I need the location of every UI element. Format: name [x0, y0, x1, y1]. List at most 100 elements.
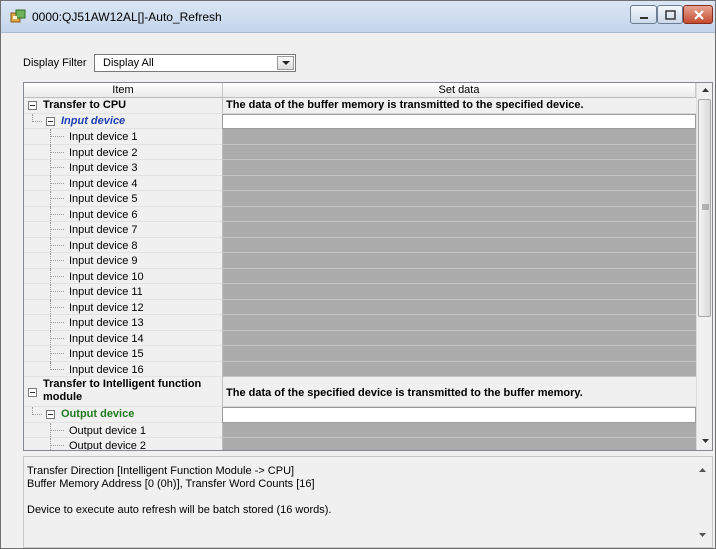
device-row[interactable]: Input device 11 — [24, 284, 696, 300]
item-cell[interactable]: Input device — [24, 113, 222, 129]
set-data-cell[interactable] — [222, 175, 696, 191]
device-row[interactable]: Input device 9 — [24, 253, 696, 269]
set-data-cell[interactable] — [222, 284, 696, 300]
set-data-cell[interactable] — [222, 191, 696, 207]
tree-connector — [50, 198, 64, 199]
device-row[interactable]: Input device 15 — [24, 346, 696, 362]
item-cell[interactable]: Input device 11 — [24, 284, 222, 300]
set-data-cell[interactable] — [222, 160, 696, 176]
display-filter-label: Display Filter — [23, 57, 87, 69]
device-row[interactable]: Input device 16 — [24, 361, 696, 377]
grid-vertical-scrollbar[interactable] — [696, 83, 712, 450]
device-row[interactable]: Input device 8 — [24, 237, 696, 254]
set-data-input[interactable] — [222, 113, 696, 129]
title-bar[interactable]: 0000:QJ51AW12AL[]-Auto_Refresh — [1, 1, 715, 33]
device-row[interactable]: Input device 2 — [24, 144, 696, 161]
item-cell[interactable]: Transfer to CPU — [24, 98, 222, 114]
collapse-icon[interactable] — [46, 410, 55, 419]
category-row-transfer-to-module[interactable]: Transfer to Intelligent function module … — [24, 377, 696, 407]
group-row-input-device[interactable]: Input device — [24, 113, 696, 129]
device-row[interactable]: Input device 13 — [24, 315, 696, 331]
device-row[interactable]: Output device 1 — [24, 422, 696, 439]
tree-connector — [50, 160, 51, 176]
scroll-thumb[interactable] — [698, 99, 711, 317]
item-cell[interactable]: Input device 7 — [24, 222, 222, 238]
item-cell[interactable]: Input device 3 — [24, 160, 222, 176]
device-label: Output device 1 — [69, 424, 147, 437]
minimize-button[interactable] — [630, 5, 657, 24]
scroll-up-button[interactable] — [699, 85, 711, 97]
close-button[interactable] — [683, 5, 713, 24]
item-cell[interactable]: Input device 13 — [24, 315, 222, 331]
item-cell[interactable]: Input device 12 — [24, 299, 222, 316]
collapse-icon[interactable] — [28, 388, 37, 397]
collapse-icon[interactable] — [46, 116, 55, 126]
set-data-cell[interactable] — [222, 346, 696, 362]
device-row[interactable]: Input device 1 — [24, 129, 696, 145]
arrow-up-icon[interactable] — [699, 468, 706, 472]
chevron-down-icon[interactable] — [277, 56, 294, 70]
set-data-cell[interactable] — [222, 315, 696, 331]
device-row[interactable]: Input device 4 — [24, 175, 696, 192]
display-filter-dropdown[interactable]: Display All — [94, 54, 296, 72]
item-cell[interactable]: Input device 8 — [24, 237, 222, 254]
set-data-cell[interactable] — [222, 253, 696, 269]
scroll-down-button[interactable] — [699, 436, 711, 448]
device-label: Input device 10 — [69, 270, 144, 283]
category-row-transfer-to-cpu[interactable]: Transfer to CPU The data of the buffer m… — [24, 98, 696, 114]
tree-connector — [50, 191, 51, 207]
item-cell[interactable]: Input device 10 — [24, 268, 222, 285]
item-cell[interactable]: Input device 14 — [24, 330, 222, 347]
arrow-up-icon — [702, 88, 709, 92]
set-data-cell[interactable] — [222, 438, 696, 450]
group-label: Output device — [61, 408, 135, 420]
device-row[interactable]: Input device 10 — [24, 268, 696, 285]
tree-connector — [50, 206, 51, 223]
item-cell[interactable]: Input device 16 — [24, 361, 222, 377]
tree-connector — [50, 422, 51, 439]
device-label: Input device 1 — [69, 131, 138, 143]
column-header-set-data[interactable]: Set data — [223, 83, 696, 98]
item-cell[interactable]: Input device 1 — [24, 129, 222, 145]
device-label: Input device 8 — [69, 239, 138, 252]
device-row[interactable]: Input device 7 — [24, 222, 696, 238]
set-data-cell[interactable] — [222, 422, 696, 438]
device-row[interactable]: Input device 6 — [24, 206, 696, 223]
tree-connector — [50, 322, 64, 323]
collapse-icon[interactable] — [28, 101, 37, 110]
item-cell[interactable]: Transfer to Intelligent function module — [24, 377, 222, 407]
device-label: Input device 16 — [69, 363, 144, 376]
set-data-cell[interactable] — [222, 222, 696, 238]
set-data-cell[interactable] — [222, 330, 696, 346]
set-data-cell[interactable] — [222, 361, 696, 377]
item-cell[interactable]: Output device 1 — [24, 422, 222, 439]
item-cell[interactable]: Input device 15 — [24, 346, 222, 362]
item-cell[interactable]: Input device 5 — [24, 191, 222, 207]
set-data-cell[interactable] — [222, 237, 696, 253]
item-cell[interactable]: Input device 4 — [24, 175, 222, 192]
set-data-cell[interactable] — [222, 268, 696, 284]
item-cell[interactable]: Output device — [24, 407, 222, 423]
set-data-cell[interactable] — [222, 299, 696, 315]
item-cell[interactable]: Output device 2 — [24, 438, 222, 450]
tree-connector — [50, 268, 51, 285]
set-data-input[interactable] — [222, 407, 696, 423]
column-header-item[interactable]: Item — [24, 83, 223, 98]
set-data-cell[interactable] — [222, 129, 696, 145]
set-data-cell[interactable] — [222, 144, 696, 160]
device-row[interactable]: Input device 5 — [24, 191, 696, 207]
maximize-button[interactable] — [657, 5, 683, 24]
set-data-cell[interactable] — [222, 206, 696, 222]
item-cell[interactable]: Input device 9 — [24, 253, 222, 269]
device-row[interactable]: Input device 3 — [24, 160, 696, 176]
device-row[interactable]: Input device 14 — [24, 330, 696, 347]
item-cell[interactable]: Input device 6 — [24, 206, 222, 223]
arrow-down-icon[interactable] — [699, 533, 706, 537]
item-cell[interactable]: Input device 2 — [24, 144, 222, 161]
device-row[interactable]: Input device 12 — [24, 299, 696, 316]
tree-connector — [32, 414, 42, 415]
description-scrollbar[interactable] — [695, 458, 711, 546]
device-label: Input device 4 — [69, 177, 138, 190]
device-row[interactable]: Output device 2 — [24, 438, 696, 450]
group-row-output-device[interactable]: Output device — [24, 407, 696, 423]
